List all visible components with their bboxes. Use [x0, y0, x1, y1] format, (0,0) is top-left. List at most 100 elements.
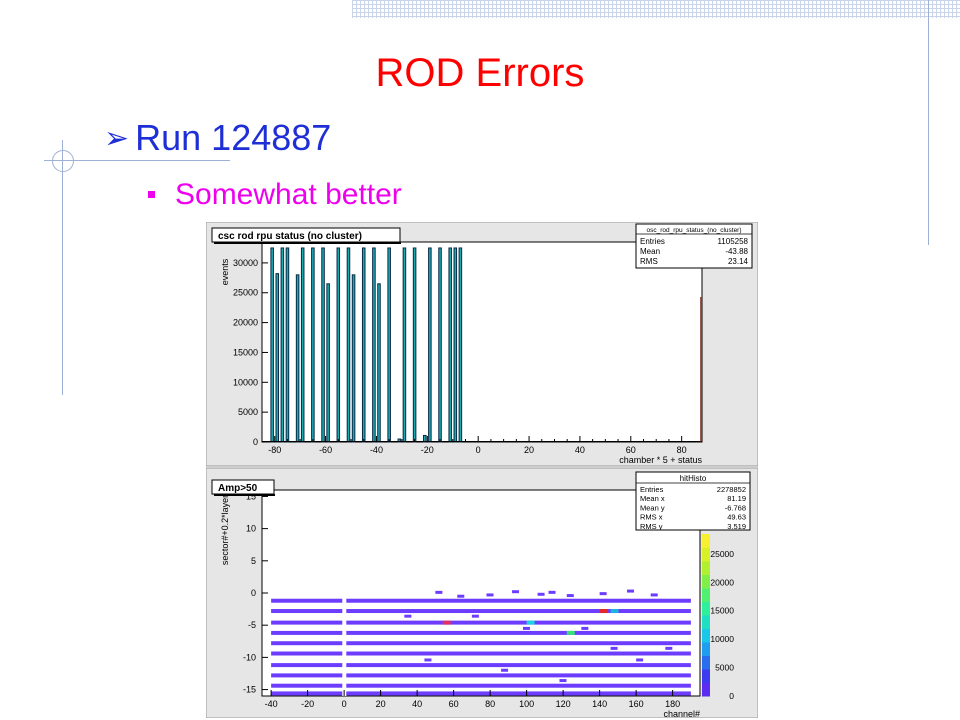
histogram-2-band: [271, 641, 691, 646]
histogram-1-x-tick-label: -80: [268, 445, 281, 455]
histogram-2-bin: [537, 592, 545, 596]
histogram-2-stats-value: -6.768: [725, 503, 746, 512]
histogram-2-colorbar-label: 25000: [710, 549, 734, 559]
histogram-1-stats-key: Entries: [640, 237, 665, 246]
histogram-2-y-tick-label: -10: [243, 652, 256, 662]
histogram-2-x-tick-label: 40: [412, 699, 422, 709]
histogram-2-colorbar-segment: [702, 655, 710, 670]
histogram-1-bar: [412, 247, 417, 443]
histogram-1-stats-value: 23.14: [728, 257, 749, 266]
histogram-1-x-tick-label: 20: [524, 445, 534, 455]
histogram-1-y-tick-label: 30000: [233, 258, 258, 268]
histogram-2-stats-key: Entries: [640, 485, 664, 494]
histogram-2-colorbar-segment: [702, 534, 710, 548]
histogram-1-bar: [387, 247, 391, 443]
histogram-1-x-tick-label: 80: [677, 445, 687, 455]
slide-title: ROD Errors: [375, 51, 585, 95]
histogram-2-stats-value: 2278852: [717, 485, 746, 494]
histogram-2-stats-name: hitHisto: [680, 474, 707, 483]
histogram-1-title: csc rod rpu status (no cluster): [218, 231, 362, 242]
histogram-1-bar: [280, 247, 285, 443]
histogram-1-bar: [402, 247, 407, 443]
histogram-1-bar: [377, 283, 381, 443]
histogram-2-x-tick-label: -40: [265, 699, 278, 709]
histogram-2-colorbar-segment: [702, 669, 710, 683]
bullet-run-text: Run 124887: [135, 117, 332, 158]
histogram-2-bin: [581, 626, 589, 630]
histogram-1-bar: [361, 247, 366, 443]
histogram-2-bin: [501, 668, 509, 672]
histogram-1-bar: [295, 274, 300, 443]
histogram-2-x-label: channel#: [663, 709, 700, 718]
histogram-2-bin: [636, 658, 644, 662]
histogram-2-bin: [599, 592, 607, 596]
histogram-1-y-tick-label: 0: [253, 437, 258, 447]
histogram-2-hot-bin: [599, 609, 608, 614]
histogram-1-stats-name: osc_rod_rpu_status_(no_cluster): [646, 227, 741, 234]
histogram-2-bin: [457, 594, 465, 598]
histogram-2-stats-value: 81.19: [727, 494, 746, 503]
histogram-1-bar: [351, 274, 356, 443]
histogram-2-y-tick-label: 0: [251, 588, 256, 598]
histogram-2-gap: [342, 593, 347, 696]
histogram-1-bar: [346, 247, 351, 443]
histogram-2-bin: [610, 646, 618, 650]
histogram-2-y-label: sector#+0.2*layer: [220, 495, 230, 565]
histogram-2-band: [271, 651, 691, 656]
decor-vertical-line-left: [62, 140, 63, 395]
histogram-1-bar: [448, 247, 452, 443]
histogram-2-x-tick-label: 20: [376, 699, 386, 709]
histogram-1-bar: [321, 247, 325, 443]
histogram-1-y-tick-label: 25000: [233, 288, 258, 298]
histogram-1-bar: [438, 247, 442, 443]
histogram-1-x-tick-label: -20: [421, 445, 434, 455]
histogram-1-stats-value: 1105258: [717, 237, 748, 246]
histogram-2-colorbar-segment: [702, 642, 710, 656]
histogram-2-bin: [512, 590, 520, 594]
histogram-1-bar: [300, 247, 305, 443]
histogram-1-bar: [372, 247, 376, 443]
histogram-1-bar: [326, 283, 330, 443]
histogram-2-colorbar-segment: [702, 615, 710, 629]
histogram-2-bin: [424, 658, 432, 662]
histogram-2-x-tick-label: 80: [485, 699, 495, 709]
histogram-2-hot-bin: [566, 630, 575, 635]
histogram-2-colorbar-segment: [702, 682, 710, 697]
bullet-run: ➢ Run 124887: [104, 114, 331, 163]
histogram-2-y-tick-label: 10: [246, 524, 256, 534]
histogram-1-x-tick-label: -60: [319, 445, 332, 455]
histogram-2-bin: [559, 679, 567, 683]
histogram-2-band: [271, 663, 691, 668]
histogram-1-stats-value: -43.88: [725, 247, 748, 256]
square-bullet-icon: [148, 191, 155, 198]
histogram-2-title: Amp>50: [218, 483, 258, 494]
histogram-1-bar: [458, 247, 463, 443]
top-decoration-grid: [352, 0, 960, 18]
histogram-2-colorbar-label: 15000: [710, 606, 734, 616]
histogram-2-band: [271, 673, 691, 678]
histogram-2-band: [271, 683, 691, 688]
histogram-2-x-tick-label: -20: [301, 699, 314, 709]
histogram-1-stats-key: Mean: [640, 247, 660, 256]
histogram-2-band: [271, 620, 691, 625]
histogram-2-bin: [627, 589, 634, 593]
histogram-2-x-tick-label: 60: [449, 699, 459, 709]
histogram-2-x-tick-label: 100: [519, 699, 534, 709]
histogram-2-x-tick-label: 0: [342, 699, 347, 709]
histogram-2-hot-bin: [526, 620, 535, 625]
histogram-2-band: [271, 598, 691, 603]
histogram-2-band: [271, 691, 691, 696]
histogram-2-bin: [665, 646, 673, 650]
histogram-2-bin: [486, 593, 494, 597]
histogram-2-colorbar-label: 5000: [715, 663, 734, 673]
histogram-1-bar: [275, 273, 280, 443]
histogram-2-y-tick-label: 5: [251, 556, 256, 566]
histogram-1-x-tick-label: 60: [626, 445, 636, 455]
histogram-2-colorbar-label: 20000: [710, 577, 734, 587]
histogram-2-band: [271, 630, 691, 635]
histogram-2-band: [271, 609, 691, 614]
histogram-2-colorbar-segment: [702, 574, 710, 589]
bullet-somewhat-better: Somewhat better: [148, 174, 402, 216]
histogram-2-colorbar-label: 10000: [710, 634, 734, 644]
histogram-1-x-tick-label: 40: [575, 445, 585, 455]
